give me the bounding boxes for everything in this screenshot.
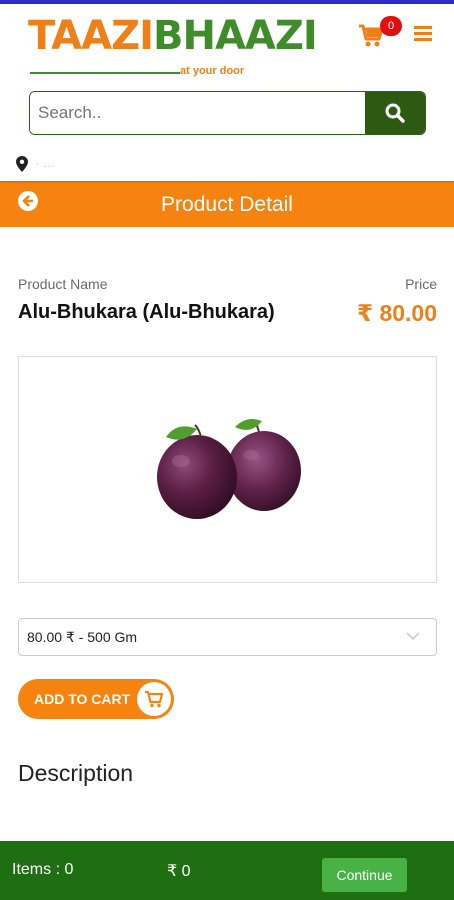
menu-icon-bar xyxy=(414,26,432,29)
logo-wordmark: TAAZIBHAAZI xyxy=(28,13,318,59)
search-button[interactable] xyxy=(365,92,425,134)
product-image-frame xyxy=(18,356,437,583)
page-header: Product Detail xyxy=(0,181,454,227)
add-to-cart-label: ADD TO CART xyxy=(34,691,131,707)
cart-items-count: Items : 0 xyxy=(12,861,74,878)
delivery-location[interactable]: · ... xyxy=(16,152,446,176)
description-heading: Description xyxy=(18,760,134,786)
menu-button[interactable] xyxy=(414,26,432,42)
cart-icon xyxy=(145,690,164,708)
logo-underline xyxy=(30,72,180,74)
logo-text-taazi: TAAZI xyxy=(28,13,154,59)
status-top-line xyxy=(0,0,454,4)
menu-icon-bar xyxy=(414,38,432,41)
location-pin-icon xyxy=(16,156,28,172)
continue-button[interactable]: Continue xyxy=(322,858,407,892)
search-bar xyxy=(29,91,426,135)
variant-selected-value: 80.00 ₹ - 500 Gm xyxy=(27,629,138,645)
search-input[interactable] xyxy=(30,92,365,134)
logo-tagline: at your door xyxy=(180,65,245,77)
product-price: ₹ 80.00 xyxy=(357,300,437,326)
add-to-cart-icon-wrap xyxy=(137,682,171,716)
cart-total: ₹ 0 xyxy=(167,863,191,880)
cart-summary-bar: Items : 0 ₹ 0 Continue xyxy=(0,841,454,900)
location-text: · ... xyxy=(36,158,56,170)
logo-text-bhaazi: BHAAZI xyxy=(152,13,318,59)
product-image xyxy=(157,419,301,519)
menu-icon-bar xyxy=(414,32,432,35)
product-name: Alu-Bhukara (Alu-Bhukara) xyxy=(18,301,275,323)
price-label: Price xyxy=(405,276,437,292)
variant-select[interactable]: 80.00 ₹ - 500 Gm xyxy=(18,618,437,656)
product-name-label: Product Name xyxy=(18,276,108,292)
cart-count-badge: 0 xyxy=(380,16,402,36)
page-title: Product Detail xyxy=(161,193,293,216)
brand-logo[interactable]: TAAZIBHAAZI at your door xyxy=(28,13,318,82)
search-icon xyxy=(385,103,405,123)
add-to-cart-button[interactable]: ADD TO CART xyxy=(18,679,174,719)
chevron-down-icon xyxy=(406,632,420,641)
